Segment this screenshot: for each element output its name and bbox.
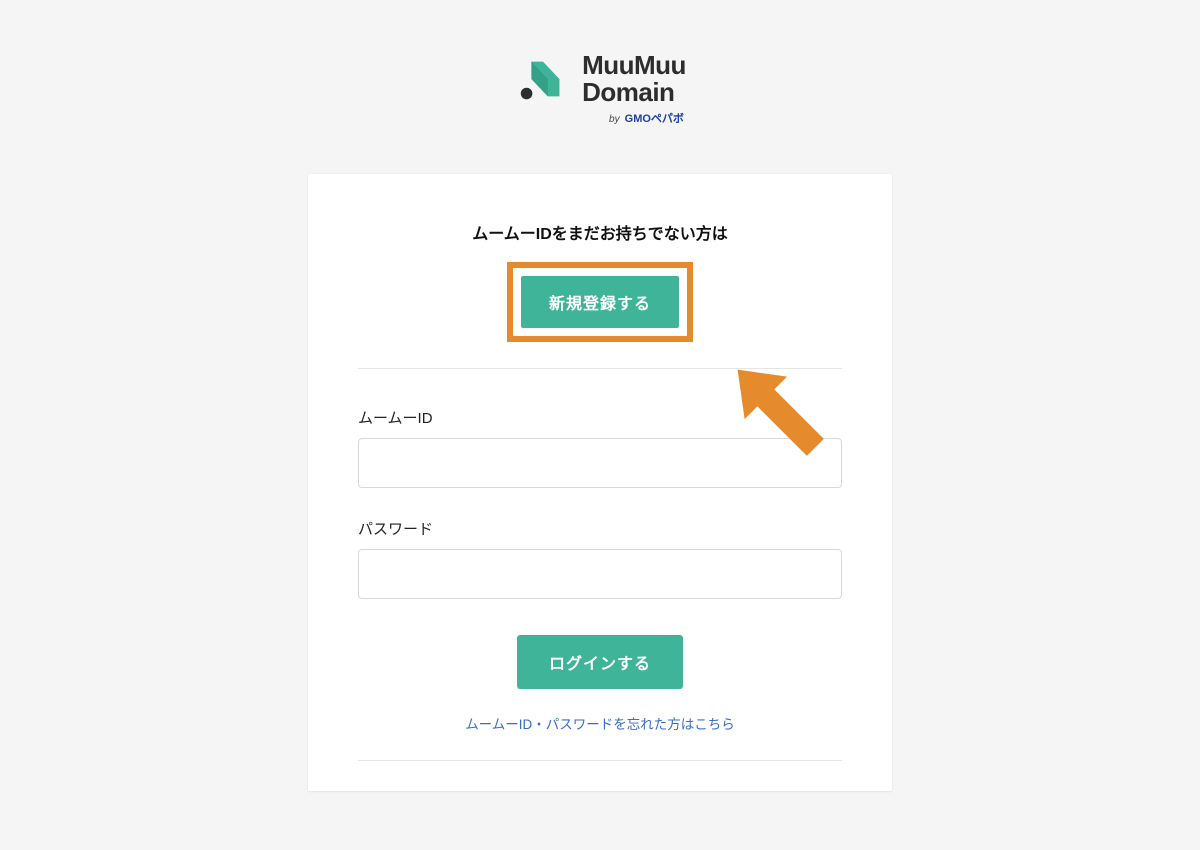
signup-button[interactable]: 新規登録する [521,276,679,328]
login-card: ムームーIDをまだお持ちでない方は 新規登録する ムームーID パスワード ログ… [308,174,892,791]
muumuu-id-label: ムームーID [358,407,842,428]
login-button[interactable]: ログインする [517,635,683,689]
forgot-credentials-link[interactable]: ムームーID・パスワードを忘れた方はこちら [465,717,735,732]
muumuu-id-input[interactable] [358,438,842,488]
divider-bottom [358,760,842,761]
brand-byline: by GMOペパボ [609,110,684,126]
brand-name-line1: MuuMuu [582,52,686,79]
logo-mark-icon [514,50,572,108]
brand-logo: MuuMuu Domain by GMOペパボ [514,50,686,126]
signup-prompt: ムームーIDをまだお持ちでない方は [358,220,842,244]
brand-name-line2: Domain [582,79,686,106]
annotation-highlight-box: 新規登録する [507,262,693,342]
password-label: パスワード [358,518,842,539]
password-input[interactable] [358,549,842,599]
divider [358,368,842,369]
